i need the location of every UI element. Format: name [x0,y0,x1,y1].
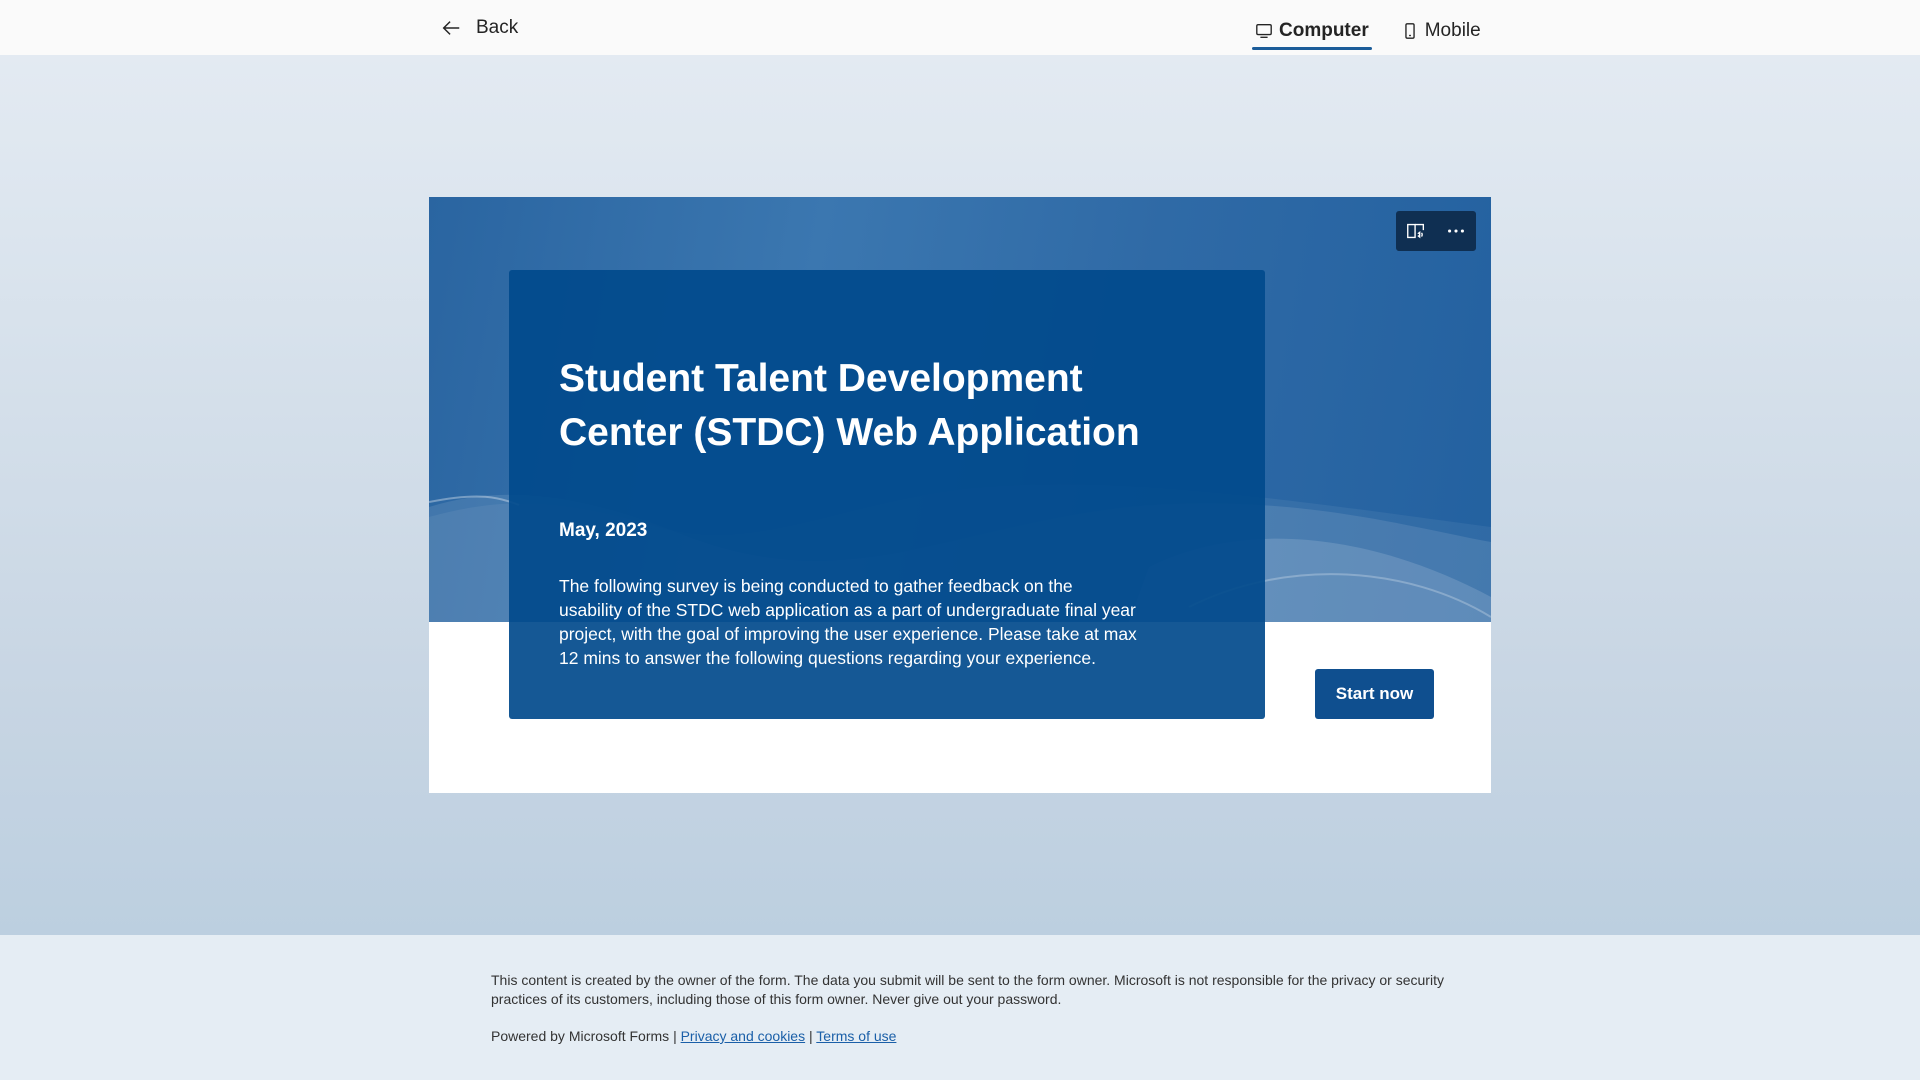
terms-link[interactable]: Terms of use [816,1028,896,1044]
view-switch: Computer Mobile [1252,14,1484,50]
form-card: Student Talent Development Center (STDC)… [429,197,1491,793]
immersive-reader-button[interactable] [1400,215,1432,247]
form-info-box: Student Talent Development Center (STDC)… [509,270,1265,719]
form-date: May, 2023 [559,520,648,541]
footer: This content is created by the owner of … [0,935,1920,1080]
footer-separator: | [673,1028,677,1044]
footer-separator: | [809,1028,813,1044]
footer-links: Powered by Microsoft Forms | Privacy and… [491,1028,896,1044]
powered-by: Powered by Microsoft Forms [491,1028,670,1044]
phone-icon [1405,23,1415,39]
form-description: The following survey is being conducted … [559,576,1137,668]
tab-computer[interactable]: Computer [1252,14,1372,50]
arrow-left-icon [442,21,460,35]
privacy-link[interactable]: Privacy and cookies [681,1028,806,1044]
form-tools [1396,211,1476,251]
back-button[interactable]: Back [440,14,518,42]
back-label: Back [476,17,519,38]
start-now-button[interactable]: Start now [1315,669,1434,719]
immersive-reader-icon [1407,223,1425,239]
more-options-button[interactable] [1440,215,1472,247]
tab-mobile[interactable]: Mobile [1398,14,1484,48]
form-title: Student Talent Development Center (STDC)… [559,357,1140,454]
footer-disclaimer: This content is created by the owner of … [491,972,1444,1007]
monitor-icon [1256,24,1272,38]
tab-computer-label: Computer [1279,20,1369,41]
top-bar: Back Computer Mobile [0,0,1920,55]
tab-mobile-label: Mobile [1424,20,1481,41]
more-options-icon [1448,229,1464,233]
